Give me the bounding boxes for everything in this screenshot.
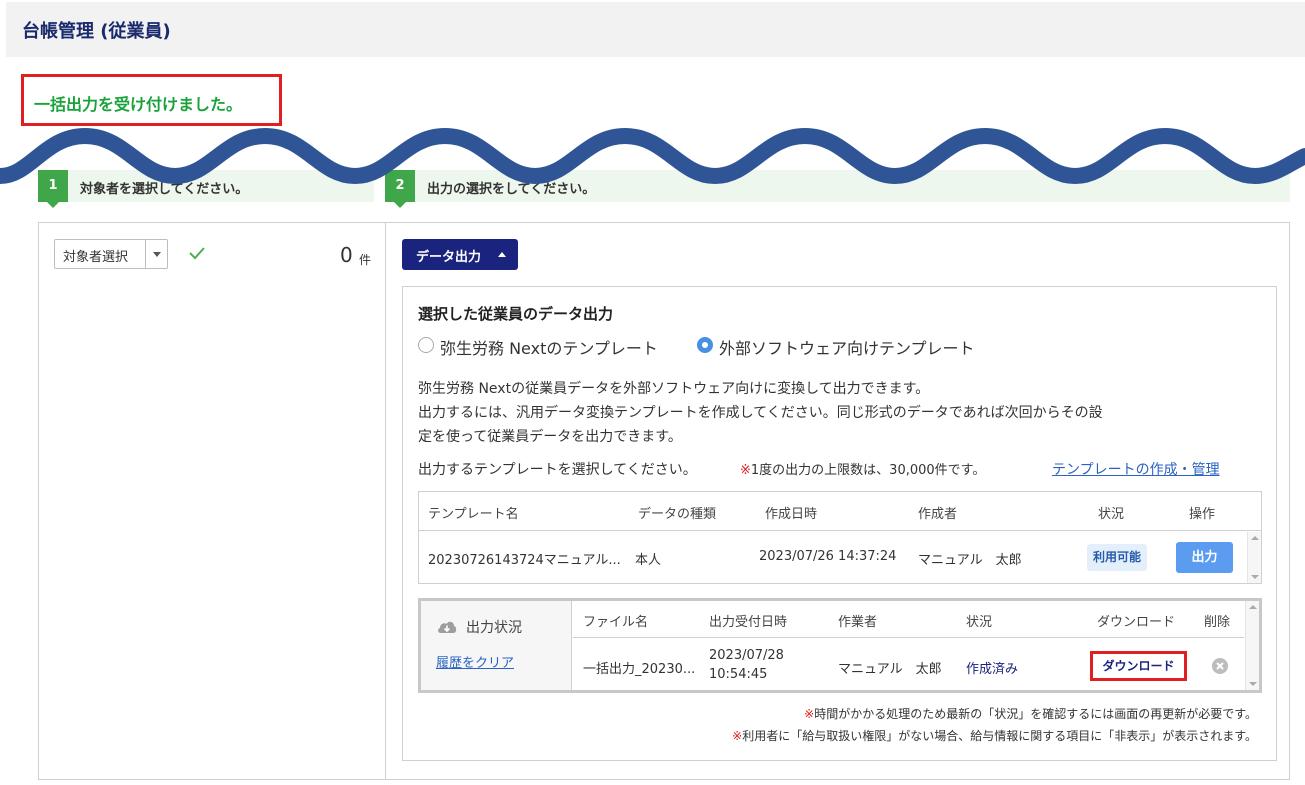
- output-status-table: 出力状況 履歴をクリア ファイル名 出力受付日時 作業者 状況 ダウンロード 削…: [418, 598, 1262, 693]
- target-column: 対象者選択 0 件: [39, 223, 386, 779]
- template-table-header: テンプレート名 データの種類 作成日時 作成者 状況 操作: [419, 492, 1261, 531]
- creator-cell: マニュアル 太郎: [918, 553, 1022, 568]
- template-table: テンプレート名 データの種類 作成日時 作成者 状況 操作 2023072614…: [418, 491, 1262, 584]
- cloud-download-icon: [438, 621, 457, 633]
- accepted-time-cell: 10:54:45: [709, 667, 768, 682]
- scroll-up-icon[interactable]: [1251, 536, 1259, 540]
- description-line-3: 定を使って従業員データを出力できます。: [418, 429, 682, 445]
- column-header-creator: 作成者: [918, 507, 958, 522]
- scroll-down-icon[interactable]: [1251, 575, 1259, 579]
- chevron-down-icon[interactable]: [145, 240, 167, 268]
- limit-note: ※1度の出力の上限数は、30,000件です。: [740, 459, 985, 478]
- data-export-button[interactable]: データ出力: [402, 239, 518, 270]
- template-table-scrollbar[interactable]: [1247, 532, 1261, 583]
- export-description: 弥生労務 Nextの従業員データを外部ソフトウェア向けに変換して出力できます。 …: [418, 377, 1238, 449]
- output-button[interactable]: 出力: [1176, 542, 1233, 573]
- column-header-accepted-at: 出力受付日時: [709, 615, 788, 630]
- column-header-delete: 削除: [1204, 615, 1231, 630]
- column-header-output-status: 状況: [966, 615, 993, 630]
- radio-circle-external[interactable]: [697, 337, 713, 353]
- output-status-cell: 作成済み: [966, 662, 1019, 677]
- column-header-data-type: データの種類: [638, 507, 717, 522]
- main-panel: 対象者選択 0 件 データ出力 選択した従業員のデータ出力 弥生労務 Nextの…: [38, 222, 1290, 780]
- success-message: 一括出力を受け付けました。: [34, 95, 243, 114]
- omission-wave-graphic: [0, 127, 1305, 185]
- template-manage-link[interactable]: テンプレートの作成・管理: [1052, 459, 1220, 479]
- clear-history-link[interactable]: 履歴をクリア: [436, 652, 514, 671]
- download-button[interactable]: ダウンロード: [1090, 651, 1187, 681]
- output-status-sidebar: 出力状況 履歴をクリア: [421, 601, 572, 690]
- description-line-2: 出力するには、汎用データ変換テンプレートを作成してください。同じ形式のデータであ…: [418, 405, 1103, 421]
- column-header-worker: 作業者: [838, 615, 878, 630]
- radio-external-template[interactable]: 外部ソフトウェア向けテンプレート: [697, 335, 1007, 358]
- target-select[interactable]: 対象者選択: [54, 239, 168, 269]
- limit-note-text: 1度の出力の上限数は、30,000件です。: [750, 463, 986, 478]
- output-status-scrollbar[interactable]: [1245, 601, 1259, 690]
- footnote-permission: ※利用者に「給与取扱い権限」がない場合、給与情報に関する項目に「非表示」が表示さ…: [732, 727, 1257, 744]
- page-header: 台帳管理 (従業員): [6, 2, 1305, 57]
- created-at-cell: 2023/07/26 14:37:24: [759, 549, 897, 564]
- radio-circle-yayoi[interactable]: [418, 337, 434, 353]
- export-panel-title: 選択した従業員のデータ出力: [418, 305, 614, 323]
- target-select-label: 対象者選択: [63, 250, 129, 265]
- note-mark: ※: [740, 463, 751, 478]
- column-header-download: ダウンロード: [1097, 615, 1176, 630]
- data-type-cell: 本人: [635, 553, 662, 568]
- column-header-template-name: テンプレート名: [428, 507, 519, 522]
- footnote-refresh-text: 時間がかかる処理のため最新の「状況」を確認するには画面の再更新が必要です。: [814, 707, 1257, 721]
- scroll-up-icon[interactable]: [1249, 605, 1257, 609]
- radio-label-external: 外部ソフトウェア向けテンプレート: [719, 339, 975, 358]
- caret-up-icon: [498, 252, 506, 257]
- note-mark: ※: [804, 707, 815, 721]
- checkmark-icon: [189, 247, 205, 260]
- radio-yayoi-template[interactable]: 弥生労務 Nextのテンプレート: [418, 335, 678, 358]
- target-count-unit: 件: [359, 253, 372, 267]
- footnote-refresh: ※時間がかかる処理のため最新の「状況」を確認するには画面の再更新が必要です。: [804, 705, 1257, 722]
- delete-icon[interactable]: [1211, 657, 1229, 675]
- radio-label-yayoi: 弥生労務 Nextのテンプレート: [440, 339, 658, 358]
- data-export-button-label: データ出力: [416, 250, 482, 265]
- export-dropdown-panel: 選択した従業員のデータ出力 弥生労務 Nextのテンプレート 外部ソフトウェア向…: [402, 286, 1277, 761]
- column-header-action: 操作: [1189, 507, 1216, 522]
- description-line-1: 弥生労務 Nextの従業員データを外部ソフトウェア向けに変換して出力できます。: [418, 381, 930, 397]
- scroll-down-icon[interactable]: [1249, 682, 1257, 686]
- output-status-header: ファイル名 出力受付日時 作業者 状況 ダウンロード 削除: [573, 601, 1244, 638]
- note-mark: ※: [732, 729, 743, 743]
- column-header-created-at: 作成日時: [765, 507, 818, 522]
- template-select-prompt: 出力するテンプレートを選択してください。: [418, 462, 697, 478]
- output-status-title: 出力状況: [466, 620, 522, 636]
- template-name-cell: 20230726143724マニュアル...: [428, 553, 621, 568]
- target-count: 0: [340, 243, 353, 267]
- footnote-permission-text: 利用者に「給与取扱い権限」がない場合、給与情報に関する項目に「非表示」が表示され…: [742, 729, 1257, 743]
- page-title: 台帳管理 (従業員): [22, 21, 171, 42]
- column-header-file-name: ファイル名: [583, 615, 649, 630]
- column-header-status: 状況: [1098, 507, 1125, 522]
- worker-cell: マニュアル 太郎: [838, 662, 942, 677]
- file-name-cell: 一括出力_20230...: [583, 662, 696, 677]
- status-badge: 利用可能: [1087, 544, 1147, 571]
- accepted-date-cell: 2023/07/28: [709, 648, 784, 663]
